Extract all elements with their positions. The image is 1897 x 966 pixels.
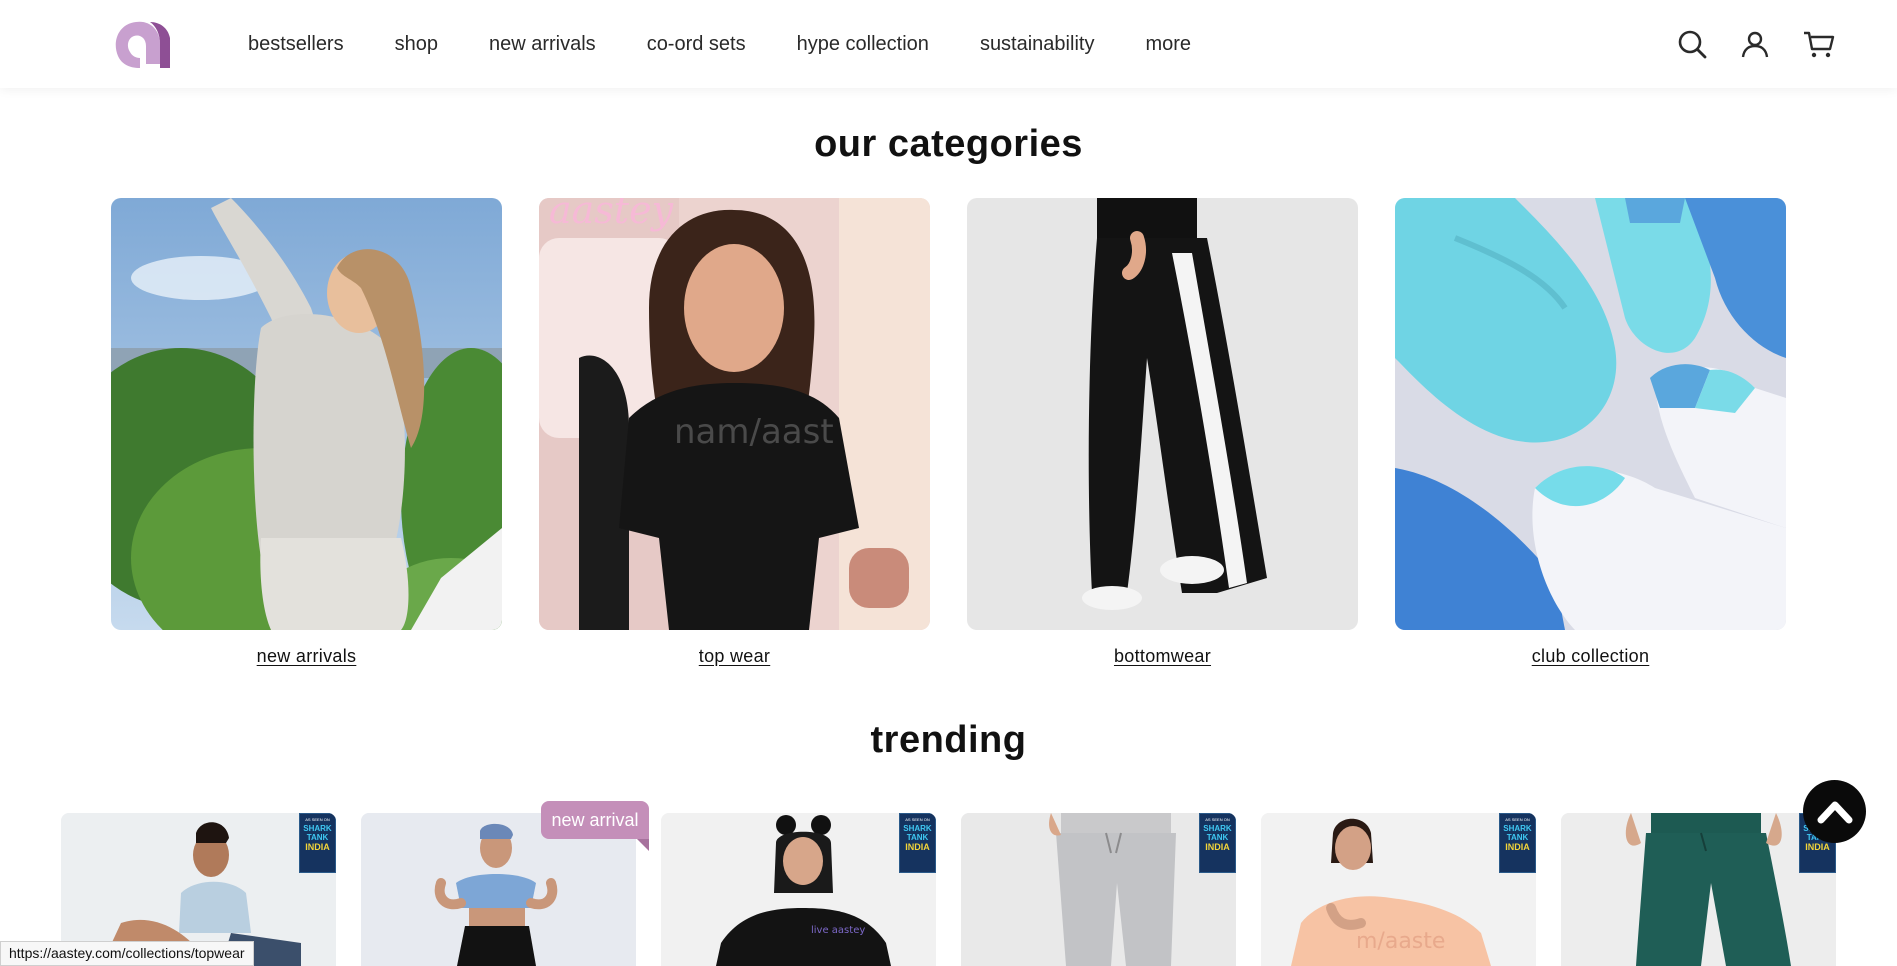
category-card-club-collection[interactable]: club collection [1395,198,1786,667]
scroll-to-top-button[interactable] [1803,780,1866,843]
svg-text:m/aaste: m/aaste [1356,929,1445,954]
category-card-top-wear[interactable]: aastey nam/aast top wear [539,198,930,667]
status-bar-url: https://aastey.com/collections/topwear [0,941,254,966]
category-image-bottomwear[interactable] [967,198,1358,630]
nav-more[interactable]: more [1145,33,1191,56]
svg-text:live aastey: live aastey [811,925,865,936]
nav-hype-collection[interactable]: hype collection [797,33,929,56]
trending-product-6[interactable]: AS SEEN ON SHARK TANK INDIA [1561,813,1836,966]
category-label-new-arrivals[interactable]: new arrivals [111,646,502,667]
main-nav: bestsellers shop new arrivals co-ord set… [248,0,1191,88]
nav-sustainability[interactable]: sustainability [980,33,1095,56]
new-arrival-badge: new arrival [541,801,649,851]
shark-tank-badge: AS SEEN ON SHARK TANK INDIA [899,813,936,873]
nav-new-arrivals[interactable]: new arrivals [489,33,596,56]
account-icon[interactable] [1738,27,1772,61]
nav-bestsellers[interactable]: bestsellers [248,33,344,56]
trending-product-3[interactable]: live aastey AS SEEN ON SHARK TANK INDIA [661,813,936,966]
aastey-logo[interactable] [110,16,176,71]
trending-product-5[interactable]: m/aaste AS SEEN ON SHARK TANK INDIA [1261,813,1536,966]
svg-text:nam/aast: nam/aast [674,412,834,452]
category-image-club-collection[interactable] [1395,198,1786,630]
category-card-new-arrivals[interactable]: new arrivals [111,198,502,667]
svg-text:aastey: aastey [549,198,674,232]
trending-product-4[interactable]: AS SEEN ON SHARK TANK INDIA [961,813,1236,966]
cart-icon[interactable] [1802,27,1836,61]
category-card-bottomwear[interactable]: bottomwear [967,198,1358,667]
shark-tank-badge: AS SEEN ON SHARK TANK INDIA [1499,813,1536,873]
category-label-bottomwear[interactable]: bottomwear [967,646,1358,667]
category-image-new-arrivals[interactable] [111,198,502,630]
nav-shop[interactable]: shop [395,33,438,56]
nav-co-ord-sets[interactable]: co-ord sets [647,33,746,56]
site-header: bestsellers shop new arrivals co-ord set… [0,0,1897,88]
category-label-club-collection[interactable]: club collection [1395,646,1786,667]
shark-tank-badge: AS SEEN ON SHARK TANK INDIA [299,813,336,873]
trending-title: trending [870,719,1027,761]
category-label-top-wear[interactable]: top wear [539,646,930,667]
categories-title: our categories [814,123,1083,165]
shark-tank-badge: AS SEEN ON SHARK TANK INDIA [1199,813,1236,873]
chevron-up-icon [1817,801,1852,823]
search-icon[interactable] [1675,27,1709,61]
category-image-top-wear[interactable]: aastey nam/aast [539,198,930,630]
